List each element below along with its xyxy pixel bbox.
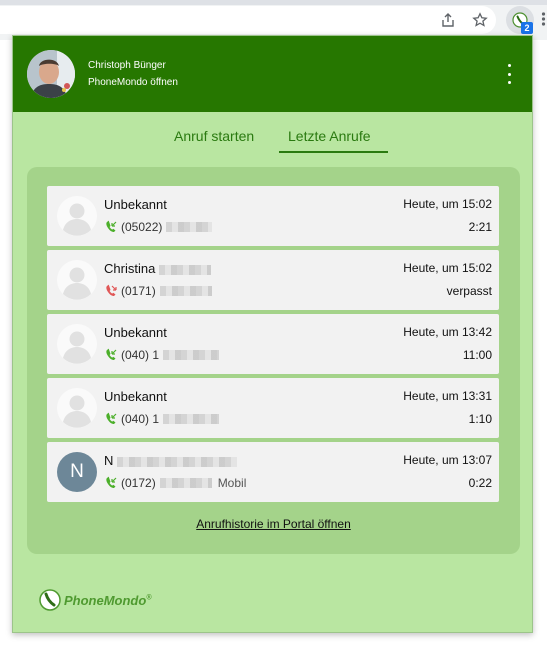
user-avatar[interactable] [27,50,75,98]
call-time: Heute, um 13:42 [403,325,492,339]
redacted-digits [163,414,220,424]
star-icon[interactable] [470,10,490,30]
extension-badge: 2 [521,22,533,34]
call-number-row: (0172) Mobil [104,476,246,490]
kebab-menu-icon[interactable] [501,64,517,84]
recent-calls-panel: Unbekannt (05022) Heute, um 15:02 2:21 C… [27,167,520,554]
call-item[interactable]: Unbekannt (05022) Heute, um 15:02 2:21 [47,186,499,246]
phone-number: (0172) [121,476,156,490]
phonemondo-logo: PhoneMondo® [39,587,152,613]
brand-name: PhoneMondo® [64,592,152,608]
call-status: verpasst [446,284,492,298]
phone-number: (0171) [121,284,156,298]
contact-placeholder-icon [57,388,97,428]
redacted-digits [163,350,220,360]
call-number-row: (05022) [104,220,213,234]
phone-number: (040) 1 [121,412,160,426]
open-call-history-link[interactable]: Anrufhistorie im Portal öffnen [27,517,520,531]
incoming-call-icon [106,476,117,488]
call-time: Heute, um 15:02 [403,197,492,211]
phone-number: (05022) [121,220,163,234]
contact-placeholder-icon [57,324,97,364]
phone-number: (040) 1 [121,348,160,362]
incoming-call-icon [106,412,117,424]
incoming-call-icon [106,348,117,360]
redacted-digits [166,222,213,232]
redacted-surname [159,264,212,275]
contact-initial-avatar: N [57,452,97,492]
redacted-digits [159,478,212,488]
contact-name: Unbekannt [104,389,167,404]
call-duration: 11:00 [462,348,492,362]
tab-letzte-anrufe[interactable]: Letzte Anrufe [288,128,371,144]
browser-menu-icon[interactable] [540,8,547,30]
open-phonemondo-link[interactable]: PhoneMondo öffnen [88,77,178,88]
call-number-row: (0171) [104,284,212,298]
contact-name: Unbekannt [104,197,167,212]
incoming-call-icon [106,220,117,232]
tab-bar: Anruf starten Letzte Anrufe [13,124,532,156]
contact-name: Unbekannt [104,325,167,340]
contact-name: N [104,453,238,468]
phonemondo-logo-icon [39,589,61,611]
call-number-row: (040) 1 [104,412,220,426]
phonemondo-popup: Christoph Bünger PhoneMondo öffnen Anruf… [12,35,533,633]
browser-toolbar: 2 [0,0,547,40]
active-tab-indicator [279,151,388,153]
call-item[interactable]: N N (0172) Mobil Heute, um 13:07 0:22 [47,442,499,502]
user-name: Christoph Bünger [88,60,166,71]
missed-call-icon [106,284,117,296]
redacted-digits [159,286,212,296]
share-icon[interactable] [438,10,458,30]
tab-anruf-starten[interactable]: Anruf starten [174,128,254,144]
call-number-row: (040) 1 [104,348,220,362]
popup-header: Christoph Bünger PhoneMondo öffnen [13,36,532,112]
call-item[interactable]: Unbekannt (040) 1 Heute, um 13:42 11:00 [47,314,499,374]
call-item[interactable]: Unbekannt (040) 1 Heute, um 13:31 1:10 [47,378,499,438]
number-type-label: Mobil [217,476,247,490]
contact-name: Christina [104,261,212,276]
browser-tabstrip-edge [0,0,547,5]
call-duration: 2:21 [468,220,492,234]
redacted-name [117,456,238,467]
call-time: Heute, um 15:02 [403,261,492,275]
address-bar[interactable] [0,6,496,34]
contact-placeholder-icon [57,260,97,300]
call-duration: 1:10 [468,412,492,426]
call-time: Heute, um 13:31 [403,389,492,403]
contact-placeholder-icon [57,196,97,236]
call-time: Heute, um 13:07 [403,453,492,467]
call-duration: 0:22 [468,476,492,490]
call-item[interactable]: Christina (0171) Heute, um 15:02 verpass… [47,250,499,310]
